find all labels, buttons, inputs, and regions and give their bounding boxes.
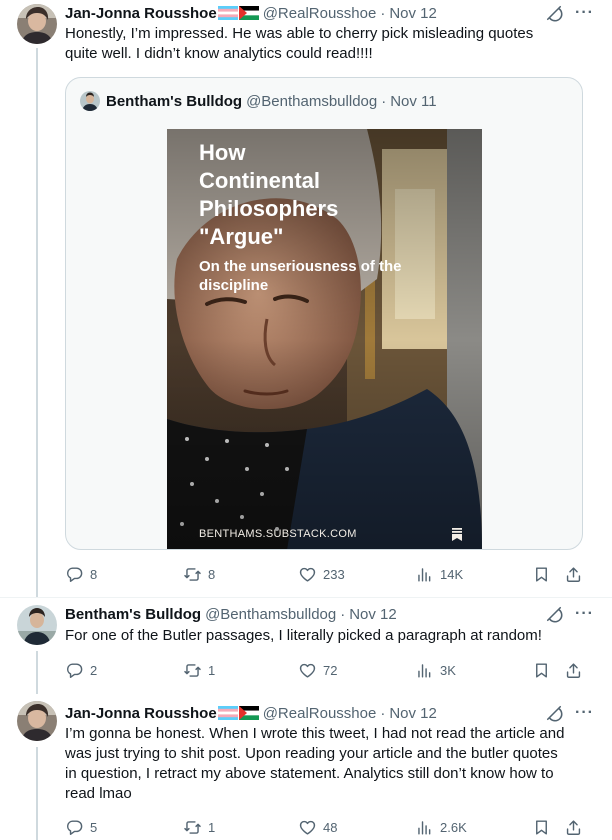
tweet-actions: 2 1 72 3K	[65, 659, 594, 681]
author-handle[interactable]: @RealRousshoe	[263, 705, 377, 722]
bookmark-icon	[532, 565, 551, 584]
views-count: 2.6K	[440, 819, 467, 835]
like-count: 72	[323, 662, 338, 678]
reply-icon	[65, 818, 84, 837]
author-handle[interactable]: @RealRousshoe	[263, 5, 377, 22]
repost-icon	[183, 565, 202, 584]
views-icon	[415, 661, 434, 680]
quoted-author-handle: @Benthamsbulldog	[246, 92, 378, 110]
repost-button[interactable]: 1	[183, 816, 215, 838]
tweet-1[interactable]: Jan-Jonna Rousshoe @RealRousshoe · Nov 1…	[0, 0, 612, 597]
reply-button[interactable]: 8	[65, 563, 97, 585]
author-avatar[interactable]	[17, 4, 57, 44]
bookmark-icon	[532, 818, 551, 837]
reply-icon	[65, 661, 84, 680]
author-name[interactable]: Jan-Jonna Rousshoe	[65, 705, 217, 722]
more-icon[interactable]: ···	[575, 605, 594, 623]
bookmark-button[interactable]	[532, 563, 551, 585]
reply-count: 5	[90, 819, 98, 835]
like-button[interactable]: 233	[298, 563, 345, 585]
tweet-actions: 5 1 48 2.6K	[65, 816, 594, 838]
repost-count: 8	[208, 566, 216, 582]
grok-icon[interactable]	[543, 2, 565, 24]
reply-button[interactable]: 2	[65, 659, 97, 681]
repost-icon	[183, 818, 202, 837]
separator-dot: ·	[380, 4, 386, 22]
reply-icon	[65, 565, 84, 584]
views-icon	[415, 818, 434, 837]
author-handle[interactable]: @Benthamsbulldog	[205, 606, 336, 623]
like-icon	[298, 818, 317, 837]
tweet-3[interactable]: Jan-Jonna Rousshoe @RealRousshoe · Nov 1…	[0, 694, 612, 840]
palestine-flag-icon	[239, 6, 259, 20]
bookmark-button[interactable]	[532, 816, 551, 838]
bookmark-button[interactable]	[532, 659, 551, 681]
reply-count: 2	[90, 662, 98, 678]
author-name[interactable]: Jan-Jonna Rousshoe	[65, 5, 217, 22]
article-title: How Continental Philosophers "Argue"	[199, 140, 339, 249]
thread-connector-line	[36, 747, 38, 840]
tweet-actions: 8 8 233 14K	[65, 563, 594, 585]
separator-dot: ·	[380, 704, 386, 722]
author-name[interactable]: Bentham's Bulldog	[65, 606, 201, 623]
share-icon	[564, 565, 583, 584]
substack-logo-icon	[452, 528, 462, 541]
quoted-tweet[interactable]: Bentham's Bulldog @Benthamsbulldog · Nov…	[65, 77, 583, 550]
tweet-timestamp[interactable]: Nov 12	[349, 606, 397, 623]
tweet-text: Honestly, I’m impressed. He was able to …	[65, 25, 534, 62]
article-site-name: BENTHAMS.SUBSTACK.COM	[199, 528, 357, 540]
author-avatar[interactable]	[17, 605, 57, 645]
repost-count: 1	[208, 662, 216, 678]
quoted-tweet-timestamp: Nov 11	[390, 92, 437, 110]
repost-button[interactable]: 1	[183, 659, 215, 681]
views-button[interactable]: 14K	[415, 563, 463, 585]
reply-button[interactable]: 5	[65, 816, 97, 838]
share-button[interactable]	[564, 816, 583, 838]
bookmark-icon	[532, 661, 551, 680]
reply-count: 8	[90, 566, 98, 582]
quoted-author-name: Bentham's Bulldog	[106, 92, 243, 110]
transgender-flag-icon	[218, 6, 238, 20]
grok-icon[interactable]	[543, 603, 565, 625]
views-button[interactable]: 2.6K	[415, 816, 467, 838]
author-avatar[interactable]	[17, 701, 57, 741]
repost-count: 1	[208, 819, 216, 835]
more-icon[interactable]: ···	[575, 704, 594, 722]
views-count: 14K	[440, 566, 464, 582]
share-icon	[564, 661, 583, 680]
share-button[interactable]	[564, 659, 583, 681]
separator-dot: ·	[340, 605, 346, 623]
like-count: 48	[323, 819, 338, 835]
like-button[interactable]: 48	[298, 816, 337, 838]
transgender-flag-icon	[218, 706, 238, 720]
views-icon	[415, 565, 434, 584]
views-count: 3K	[440, 662, 456, 678]
tweet-timestamp[interactable]: Nov 12	[389, 5, 437, 22]
repost-button[interactable]: 8	[183, 563, 215, 585]
tweet-2[interactable]: Bentham's Bulldog @Benthamsbulldog · Nov…	[0, 598, 612, 694]
like-icon	[298, 661, 317, 680]
share-button[interactable]	[564, 563, 583, 585]
grok-icon[interactable]	[543, 702, 565, 724]
article-cover-image[interactable]: How Continental Philosophers "Argue" On …	[167, 129, 482, 549]
share-icon	[564, 818, 583, 837]
repost-icon	[183, 661, 202, 680]
more-icon[interactable]: ···	[575, 4, 594, 22]
quoted-author-avatar	[80, 91, 100, 111]
tweet-text: I’m gonna be honest. When I wrote this t…	[65, 725, 565, 802]
tweet-text: For one of the Butler passages, I litera…	[65, 627, 542, 644]
article-subtitle: On the unseriousness of the discipline	[199, 258, 402, 294]
tweet-timestamp[interactable]: Nov 12	[389, 705, 437, 722]
palestine-flag-icon	[239, 706, 259, 720]
like-count: 233	[323, 566, 345, 582]
thread-connector-line	[36, 48, 38, 597]
separator-dot: ·	[381, 92, 387, 110]
views-button[interactable]: 3K	[415, 659, 456, 681]
thread-connector-line	[36, 651, 38, 694]
like-button[interactable]: 72	[298, 659, 337, 681]
like-icon	[298, 565, 317, 584]
